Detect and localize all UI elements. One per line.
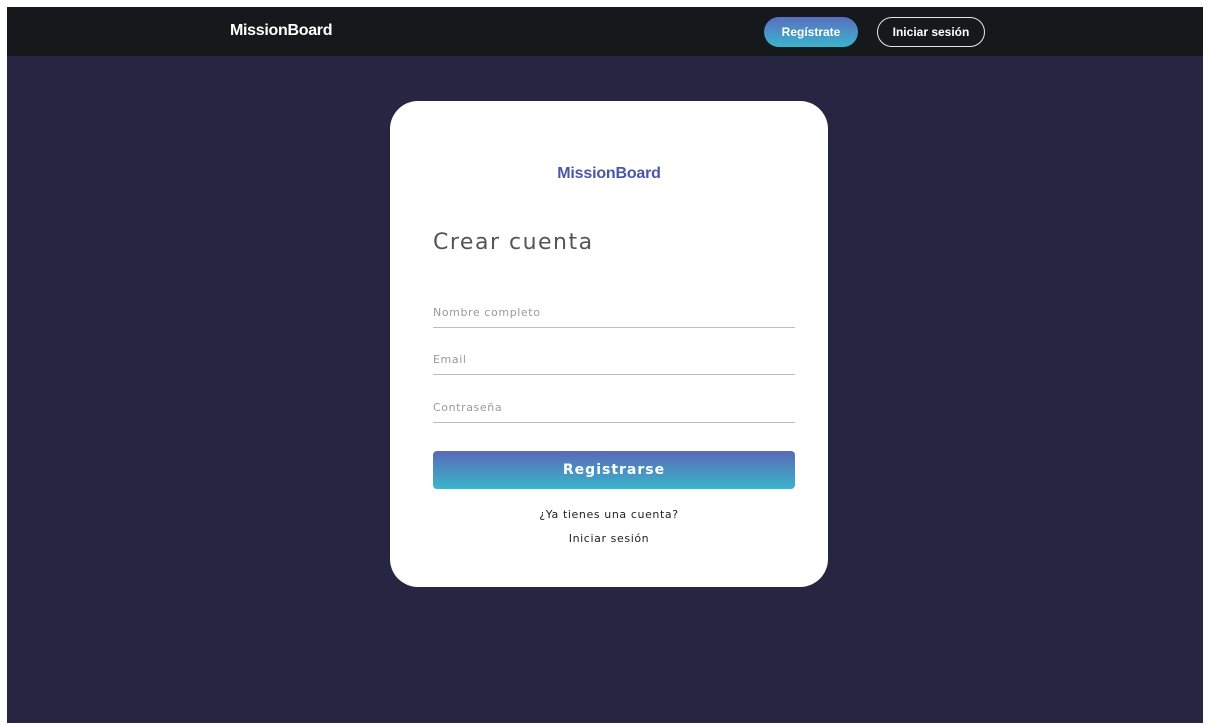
email-field[interactable]	[433, 345, 795, 375]
login-link[interactable]: Iniciar sesión	[390, 532, 828, 545]
card-brand-logo: MissionBoard	[557, 165, 661, 182]
register-button[interactable]: Regístrate	[764, 17, 858, 47]
app-frame: MissionBoard Regístrate Iniciar sesión M…	[7, 7, 1203, 723]
login-button[interactable]: Iniciar sesión	[877, 17, 985, 47]
submit-register-button[interactable]: Registrarse	[433, 451, 795, 489]
password-field[interactable]	[433, 393, 795, 423]
have-account-text: ¿Ya tienes una cuenta?	[539, 508, 679, 521]
navbar-brand[interactable]: MissionBoard	[230, 22, 333, 40]
page-title: Crear cuenta	[433, 230, 594, 255]
full-name-field[interactable]	[433, 298, 795, 328]
signup-card: MissionBoard Crear cuenta Registrarse ¿Y…	[390, 101, 828, 587]
top-navbar: MissionBoard Regístrate Iniciar sesión	[7, 7, 1203, 56]
